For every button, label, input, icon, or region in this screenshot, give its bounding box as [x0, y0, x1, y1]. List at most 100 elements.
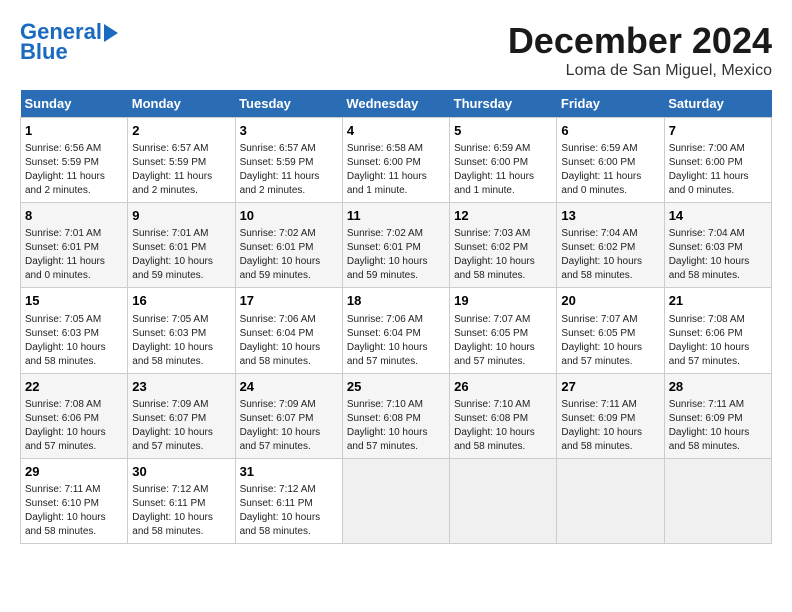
col-header-wednesday: Wednesday: [342, 90, 449, 118]
day-number: 25: [347, 378, 445, 396]
day-info: Sunrise: 6:57 AMSunset: 5:59 PMDaylight:…: [132, 142, 230, 198]
col-header-tuesday: Tuesday: [235, 90, 342, 118]
day-info: Sunrise: 6:57 AMSunset: 5:59 PMDaylight:…: [240, 142, 338, 198]
day-info: Sunrise: 7:01 AMSunset: 6:01 PMDaylight:…: [25, 227, 123, 283]
month-title: December 2024: [508, 20, 772, 62]
day-cell: 16Sunrise: 7:05 AMSunset: 6:03 PMDayligh…: [128, 288, 235, 373]
day-info: Sunrise: 6:56 AMSunset: 5:59 PMDaylight:…: [25, 142, 123, 198]
day-number: 3: [240, 122, 338, 140]
day-info: Sunrise: 7:05 AMSunset: 6:03 PMDaylight:…: [132, 313, 230, 369]
day-number: 8: [25, 207, 123, 225]
day-info: Sunrise: 6:59 AMSunset: 6:00 PMDaylight:…: [561, 142, 659, 198]
week-row-3: 15 Sunrise: 7:05 AMSunset: 6:03 PMDayligh…: [21, 288, 772, 373]
calendar-table: SundayMondayTuesdayWednesdayThursdayFrid…: [20, 90, 772, 544]
day-number: 7: [669, 122, 767, 140]
day-cell: 22Sunrise: 7:08 AMSunset: 6:06 PMDayligh…: [21, 373, 128, 458]
day-info: Sunrise: 7:12 AMSunset: 6:11 PMDaylight:…: [240, 483, 338, 539]
day-number: 1: [25, 122, 123, 140]
day-info: Sunrise: 7:12 AMSunset: 6:11 PMDaylight:…: [132, 483, 230, 539]
day-info: Sunrise: 6:59 AMSunset: 6:00 PMDaylight:…: [454, 142, 552, 198]
day-info: Sunrise: 7:11 AMSunset: 6:09 PMDaylight:…: [669, 398, 767, 454]
day-cell: 25Sunrise: 7:10 AMSunset: 6:08 PMDayligh…: [342, 373, 449, 458]
day-cell: [450, 458, 557, 543]
col-header-sunday: Sunday: [21, 90, 128, 118]
day-cell: 28 Sunrise: 7:11 AMSunset: 6:09 PMDayligh…: [664, 373, 771, 458]
day-number: 15: [25, 292, 123, 310]
day-number: 27: [561, 378, 659, 396]
day-cell: 8 Sunrise: 7:01 AMSunset: 6:01 PMDaylight…: [21, 203, 128, 288]
day-cell: [664, 458, 771, 543]
day-number: 2: [132, 122, 230, 140]
day-cell: 24 Sunrise: 7:09 AMSunset: 6:07 PMDayligh…: [235, 373, 342, 458]
day-cell: 15 Sunrise: 7:05 AMSunset: 6:03 PMDayligh…: [21, 288, 128, 373]
day-number: 28: [669, 378, 767, 396]
day-number: 20: [561, 292, 659, 310]
week-row-2: 8 Sunrise: 7:01 AMSunset: 6:01 PMDaylight…: [21, 203, 772, 288]
day-number: 26: [454, 378, 552, 396]
page-header: General Blue December 2024 Loma de San M…: [20, 20, 772, 80]
day-info: Sunrise: 7:08 AMSunset: 6:06 PMDaylight:…: [25, 398, 123, 454]
day-cell: 9 Sunrise: 7:01 AMSunset: 6:01 PMDaylight…: [128, 203, 235, 288]
day-info: Sunrise: 7:11 AMSunset: 6:10 PMDaylight:…: [25, 483, 123, 539]
logo: General Blue: [20, 20, 118, 64]
day-cell: 19Sunrise: 7:07 AMSunset: 6:05 PMDayligh…: [450, 288, 557, 373]
day-info: Sunrise: 7:03 AMSunset: 6:02 PMDaylight:…: [454, 227, 552, 283]
day-info: Sunrise: 7:06 AMSunset: 6:04 PMDaylight:…: [240, 313, 338, 369]
day-number: 9: [132, 207, 230, 225]
day-info: Sunrise: 7:05 AMSunset: 6:03 PMDaylight:…: [25, 313, 123, 369]
day-cell: 10 Sunrise: 7:02 AMSunset: 6:01 PMDayligh…: [235, 203, 342, 288]
day-cell: 6 Sunrise: 6:59 AMSunset: 6:00 PMDaylight…: [557, 118, 664, 203]
day-cell: 30Sunrise: 7:12 AMSunset: 6:11 PMDayligh…: [128, 458, 235, 543]
day-number: 11: [347, 207, 445, 225]
day-number: 10: [240, 207, 338, 225]
day-info: Sunrise: 7:10 AMSunset: 6:08 PMDaylight:…: [454, 398, 552, 454]
day-number: 29: [25, 463, 123, 481]
day-number: 21: [669, 292, 767, 310]
day-number: 6: [561, 122, 659, 140]
day-info: Sunrise: 7:07 AMSunset: 6:05 PMDaylight:…: [561, 313, 659, 369]
day-cell: 27 Sunrise: 7:11 AMSunset: 6:09 PMDayligh…: [557, 373, 664, 458]
day-cell: 3 Sunrise: 6:57 AMSunset: 5:59 PMDaylight…: [235, 118, 342, 203]
day-info: Sunrise: 7:02 AMSunset: 6:01 PMDaylight:…: [240, 227, 338, 283]
day-number: 24: [240, 378, 338, 396]
day-cell: 20 Sunrise: 7:07 AMSunset: 6:05 PMDayligh…: [557, 288, 664, 373]
day-number: 12: [454, 207, 552, 225]
day-info: Sunrise: 6:58 AMSunset: 6:00 PMDaylight:…: [347, 142, 445, 198]
day-cell: 29 Sunrise: 7:11 AMSunset: 6:10 PMDayligh…: [21, 458, 128, 543]
day-cell: 7 Sunrise: 7:00 AMSunset: 6:00 PMDaylight…: [664, 118, 771, 203]
day-cell: 21Sunrise: 7:08 AMSunset: 6:06 PMDayligh…: [664, 288, 771, 373]
day-cell: 31Sunrise: 7:12 AMSunset: 6:11 PMDayligh…: [235, 458, 342, 543]
title-block: December 2024 Loma de San Miguel, Mexico: [508, 20, 772, 80]
col-header-friday: Friday: [557, 90, 664, 118]
day-number: 18: [347, 292, 445, 310]
day-info: Sunrise: 7:02 AMSunset: 6:01 PMDaylight:…: [347, 227, 445, 283]
col-header-saturday: Saturday: [664, 90, 771, 118]
day-cell: 13 Sunrise: 7:04 AMSunset: 6:02 PMDayligh…: [557, 203, 664, 288]
day-info: Sunrise: 7:00 AMSunset: 6:00 PMDaylight:…: [669, 142, 767, 198]
day-cell: 23Sunrise: 7:09 AMSunset: 6:07 PMDayligh…: [128, 373, 235, 458]
day-info: Sunrise: 7:01 AMSunset: 6:01 PMDaylight:…: [132, 227, 230, 283]
day-cell: 2 Sunrise: 6:57 AMSunset: 5:59 PMDaylight…: [128, 118, 235, 203]
day-cell: 14Sunrise: 7:04 AMSunset: 6:03 PMDayligh…: [664, 203, 771, 288]
day-cell: 4 Sunrise: 6:58 AMSunset: 6:00 PMDaylight…: [342, 118, 449, 203]
logo-text2: Blue: [20, 40, 68, 64]
day-cell: 26 Sunrise: 7:10 AMSunset: 6:08 PMDayligh…: [450, 373, 557, 458]
day-number: 13: [561, 207, 659, 225]
day-number: 4: [347, 122, 445, 140]
week-row-4: 22Sunrise: 7:08 AMSunset: 6:06 PMDayligh…: [21, 373, 772, 458]
day-number: 5: [454, 122, 552, 140]
day-info: Sunrise: 7:09 AMSunset: 6:07 PMDaylight:…: [240, 398, 338, 454]
day-cell: 17 Sunrise: 7:06 AMSunset: 6:04 PMDayligh…: [235, 288, 342, 373]
day-info: Sunrise: 7:06 AMSunset: 6:04 PMDaylight:…: [347, 313, 445, 369]
day-cell: 12 Sunrise: 7:03 AMSunset: 6:02 PMDayligh…: [450, 203, 557, 288]
day-number: 19: [454, 292, 552, 310]
day-info: Sunrise: 7:04 AMSunset: 6:02 PMDaylight:…: [561, 227, 659, 283]
day-cell: 1 Sunrise: 6:56 AMSunset: 5:59 PMDaylight…: [21, 118, 128, 203]
col-header-monday: Monday: [128, 90, 235, 118]
day-cell: 11 Sunrise: 7:02 AMSunset: 6:01 PMDayligh…: [342, 203, 449, 288]
day-info: Sunrise: 7:11 AMSunset: 6:09 PMDaylight:…: [561, 398, 659, 454]
col-header-thursday: Thursday: [450, 90, 557, 118]
day-number: 17: [240, 292, 338, 310]
week-row-1: 1 Sunrise: 6:56 AMSunset: 5:59 PMDaylight…: [21, 118, 772, 203]
day-info: Sunrise: 7:09 AMSunset: 6:07 PMDaylight:…: [132, 398, 230, 454]
